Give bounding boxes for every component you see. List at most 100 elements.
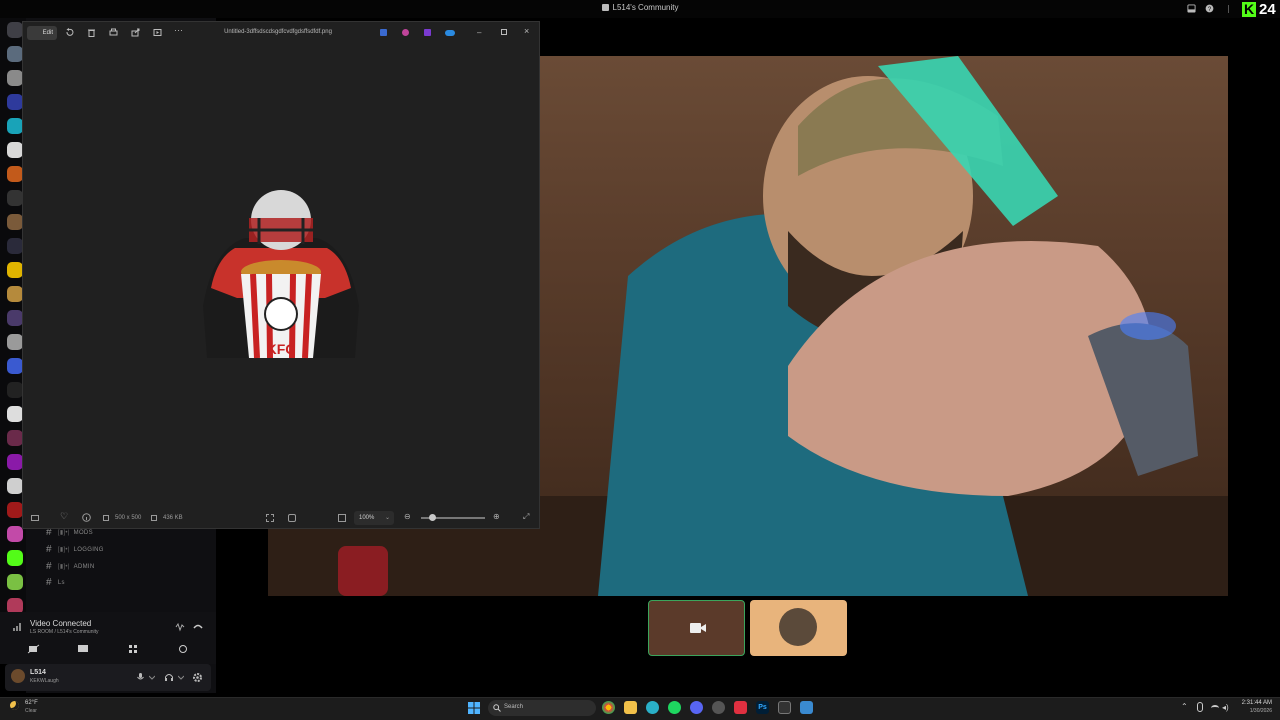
chevron-down-icon: ⌄	[384, 515, 390, 521]
designer-app-icon[interactable]	[402, 29, 409, 36]
obs-taskbar-icon[interactable]	[712, 701, 725, 714]
channel-item-admin[interactable]: # [▮]•| ADMIN	[46, 561, 95, 572]
microphone-tray-icon[interactable]	[1197, 702, 1203, 712]
chevron-down-icon[interactable]	[178, 675, 184, 680]
delete-icon[interactable]	[87, 28, 96, 37]
photos-taskbar-icon[interactable]	[800, 701, 813, 714]
print-icon[interactable]	[109, 28, 118, 37]
file-explorer-taskbar-icon[interactable]	[624, 701, 637, 714]
close-icon[interactable]: ×	[524, 26, 529, 36]
server-icon[interactable]	[7, 118, 23, 134]
server-icon[interactable]	[7, 430, 23, 446]
spotify-taskbar-icon[interactable]	[668, 701, 681, 714]
taskbar	[0, 697, 1280, 720]
server-icon[interactable]	[7, 478, 23, 494]
channel-item-logging[interactable]: # [▮]•| LOGGING	[46, 544, 104, 555]
server-icon[interactable]	[7, 94, 23, 110]
chevron-down-icon[interactable]	[149, 675, 155, 680]
server-icon[interactable]	[7, 166, 23, 182]
inbox-icon[interactable]	[1187, 4, 1196, 13]
server-icon[interactable]	[7, 526, 23, 542]
gear-icon[interactable]	[192, 672, 203, 683]
info-icon[interactable]	[82, 513, 91, 522]
channel-item-ls[interactable]: # Ls	[46, 577, 65, 588]
fullscreen-icon[interactable]: ⤢	[523, 512, 529, 522]
soundboard-icon[interactable]	[176, 644, 190, 654]
filmstrip-icon[interactable]	[31, 515, 39, 521]
server-icon[interactable]	[7, 502, 23, 518]
terminal-taskbar-icon[interactable]	[778, 701, 791, 714]
chrome-taskbar-icon[interactable]	[602, 701, 615, 714]
clock-time[interactable]: 2:31:44 AM	[1232, 700, 1272, 706]
fit-to-window-icon[interactable]	[338, 514, 346, 522]
avatar[interactable]	[11, 669, 25, 683]
viewer-toolbar: Edit ··· Untitled-3dffsdscdsgdfcvdfgdsff…	[23, 22, 539, 44]
photoshop-taskbar-icon[interactable]: Ps	[756, 701, 769, 714]
zoom-level-dropdown[interactable]: 100% ⌄	[354, 511, 394, 525]
server-icon[interactable]	[7, 70, 23, 86]
clipchamp-icon[interactable]	[424, 29, 431, 36]
server-icon[interactable]	[7, 454, 23, 470]
server-icon[interactable]	[7, 286, 23, 302]
headphones-icon[interactable]	[164, 672, 174, 682]
participant-tile-self[interactable]	[648, 600, 745, 656]
zoom-slider-handle[interactable]	[429, 514, 436, 521]
discord-taskbar-icon[interactable]	[690, 701, 703, 714]
noise-suppression-icon[interactable]	[175, 622, 185, 632]
divider	[1228, 5, 1229, 13]
voice-room[interactable]: LS ROOM / L514's Community	[30, 629, 98, 635]
server-icon[interactable]	[7, 22, 23, 38]
share-icon[interactable]	[131, 28, 140, 37]
enhance-icon[interactable]	[288, 514, 296, 522]
help-icon[interactable]: ?	[1205, 4, 1214, 13]
activities-icon[interactable]	[126, 644, 140, 654]
maximize-icon[interactable]	[501, 29, 507, 35]
favorite-icon[interactable]: ♡	[60, 511, 68, 522]
server-icon[interactable]	[7, 214, 23, 230]
weather-icon[interactable]	[10, 701, 19, 710]
image-dimensions: 500 x 500	[115, 515, 142, 521]
server-icon[interactable]	[7, 358, 23, 374]
minimize-icon[interactable]: –	[477, 28, 481, 37]
server-icon[interactable]	[7, 142, 23, 158]
editor-app-icon[interactable]	[380, 29, 387, 36]
kick-server-icon[interactable]	[7, 550, 23, 566]
server-icon[interactable]	[7, 262, 23, 278]
wifi-icon[interactable]	[1211, 705, 1219, 711]
server-icon[interactable]	[7, 406, 23, 422]
zoom-in-icon[interactable]: ⊕	[493, 512, 500, 521]
server-icon[interactable]	[7, 238, 23, 254]
edit-button[interactable]: Edit	[27, 26, 57, 40]
rotate-icon[interactable]	[65, 28, 74, 37]
server-icon[interactable]	[7, 382, 23, 398]
hash-icon: #	[46, 561, 52, 572]
taskbar-search[interactable]: Search	[488, 700, 596, 716]
server-icon[interactable]	[7, 334, 23, 350]
volume-icon[interactable]: ◂)	[1222, 703, 1229, 712]
screen-share-icon[interactable]	[76, 644, 90, 654]
app-taskbar-icon[interactable]	[734, 701, 747, 714]
weather-temperature[interactable]: 62°F	[25, 700, 38, 706]
username[interactable]: L514	[30, 669, 46, 676]
tray-overflow-icon[interactable]: ⌃	[1181, 702, 1188, 711]
participant-tile[interactable]	[750, 600, 847, 656]
server-icon[interactable]	[7, 46, 23, 62]
slideshow-icon[interactable]	[153, 28, 162, 37]
server-icon[interactable]	[7, 574, 23, 590]
server-icon[interactable]	[7, 190, 23, 206]
clock-date[interactable]: 1/30/2026	[1232, 708, 1272, 714]
kick-logo: K	[1242, 1, 1256, 17]
microphone-icon[interactable]	[136, 672, 145, 682]
participant-avatar	[779, 608, 817, 646]
crop-icon[interactable]	[266, 514, 274, 522]
edge-taskbar-icon[interactable]	[646, 701, 659, 714]
disconnect-icon[interactable]	[193, 622, 203, 632]
zoom-out-icon[interactable]: ⊖	[404, 512, 411, 521]
camera-off-icon[interactable]	[27, 644, 41, 654]
onedrive-icon[interactable]	[445, 30, 455, 36]
discord-icon	[601, 4, 609, 11]
start-icon[interactable]	[468, 702, 480, 714]
more-options-icon[interactable]: ···	[174, 25, 183, 35]
window-title: L514's Community	[612, 3, 679, 12]
server-icon[interactable]	[7, 310, 23, 326]
